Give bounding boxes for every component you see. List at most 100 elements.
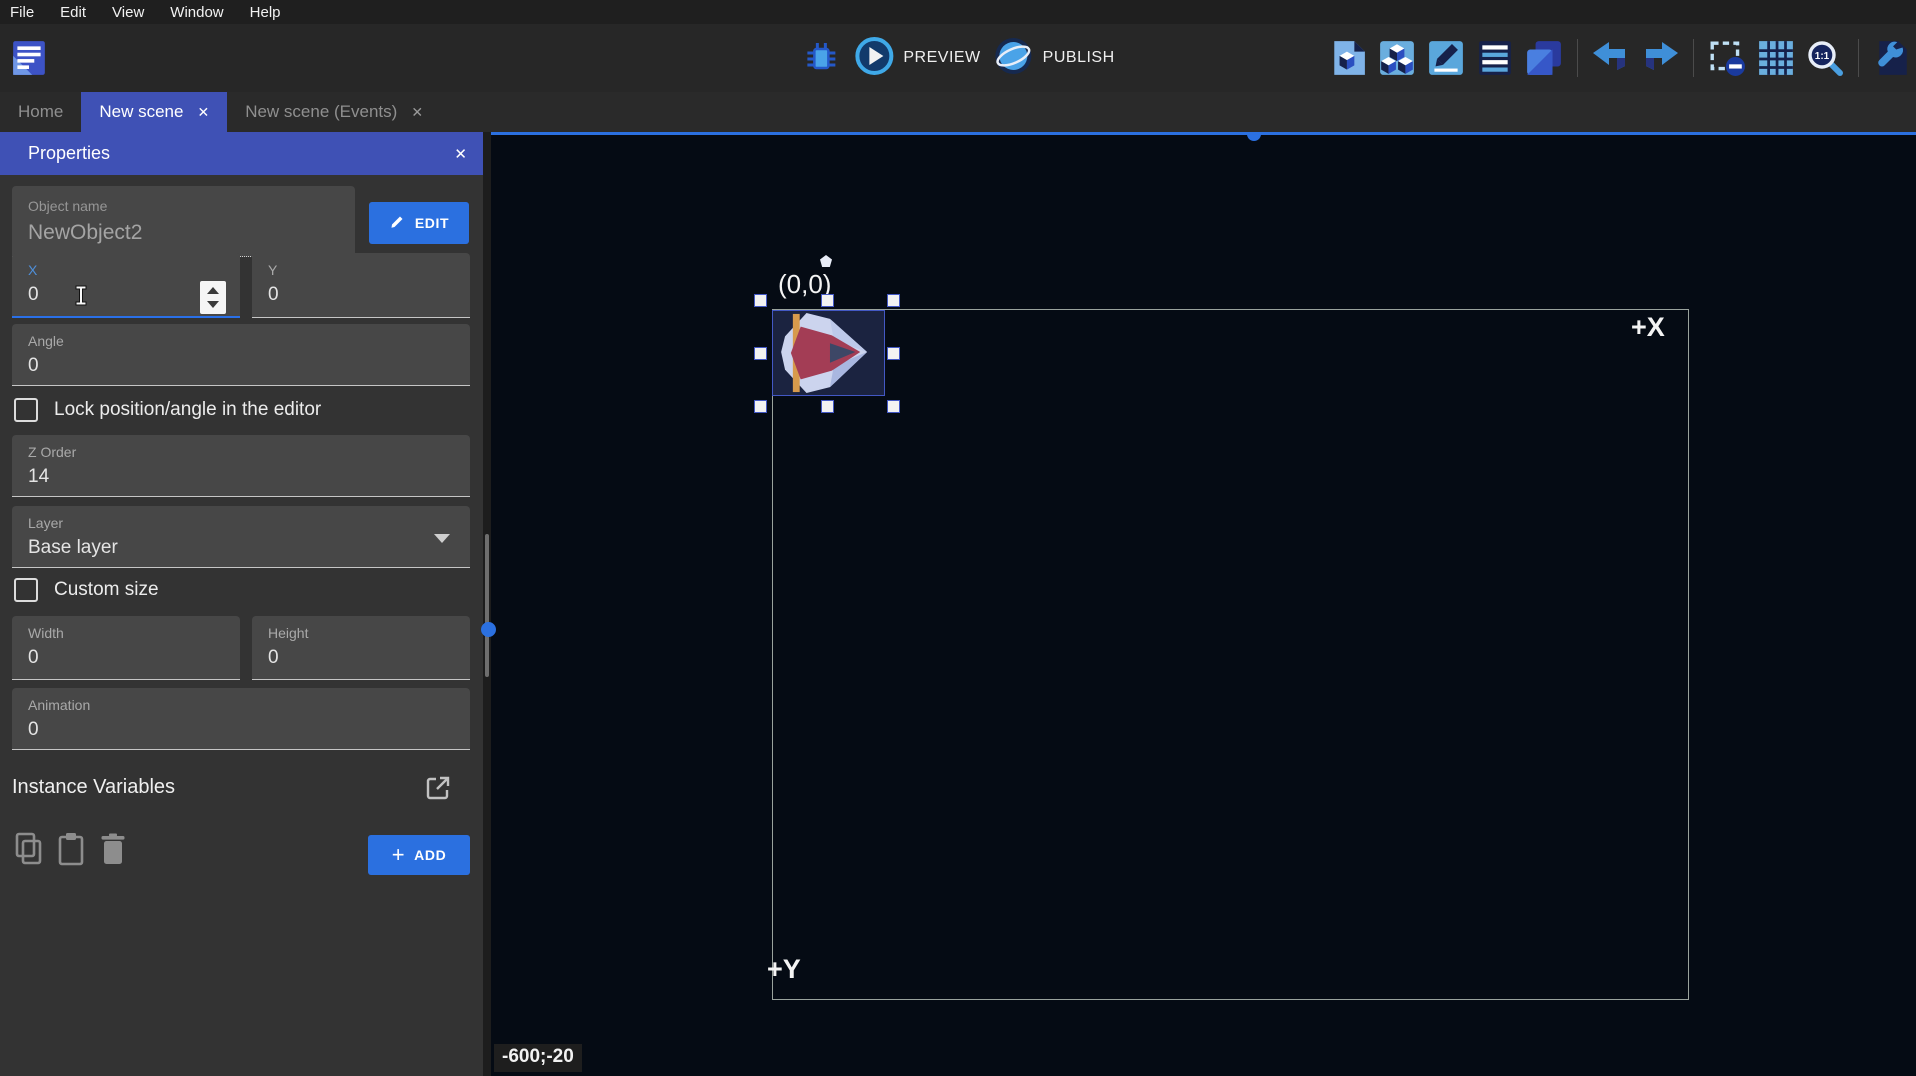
canvas-top-divider[interactable] (491, 132, 1916, 135)
preview-button[interactable]: PREVIEW (853, 35, 980, 82)
resize-handle-top-left[interactable] (754, 294, 767, 307)
paste-icon[interactable] (56, 832, 84, 866)
preview-label: PREVIEW (903, 49, 980, 67)
project-manager-icon[interactable] (9, 38, 49, 78)
toolbar-center-group: PREVIEW PUBLISH (801, 24, 1114, 92)
edit-object-button[interactable]: EDIT (369, 202, 469, 244)
object-groups-icon[interactable] (1377, 38, 1417, 78)
custom-size-checkbox[interactable] (14, 578, 38, 602)
open-in-new-icon[interactable] (424, 774, 452, 802)
menu-bar: File Edit View Window Help (0, 0, 1916, 24)
height-field[interactable]: Height 0 (252, 616, 470, 680)
height-field-value: 0 (268, 647, 279, 669)
properties-panel-header: Properties ✕ (0, 132, 483, 175)
menu-help[interactable]: Help (250, 4, 281, 21)
resize-handle-top-center[interactable] (821, 294, 834, 307)
z-order-value: 14 (28, 466, 49, 488)
z-order-field[interactable]: Z Order 14 (12, 435, 470, 497)
z-order-label: Z Order (28, 444, 76, 460)
debugger-icon[interactable] (801, 38, 841, 78)
object-name-value: NewObject2 (28, 221, 142, 245)
x-spinner[interactable] (200, 281, 226, 314)
lock-position-label: Lock position/angle in the editor (54, 399, 321, 421)
plus-icon: + (392, 842, 405, 868)
resize-handle-bottom-right[interactable] (887, 400, 900, 413)
properties-close-icon[interactable]: ✕ (454, 145, 467, 163)
angle-field-value: 0 (28, 355, 39, 377)
rotate-handle[interactable] (820, 255, 832, 267)
resize-handle-middle-right[interactable] (887, 347, 900, 360)
publish-button[interactable]: PUBLISH (993, 35, 1115, 82)
selected-sprite-instance[interactable] (772, 310, 885, 396)
scrollbar-thumb[interactable] (485, 534, 489, 677)
toolbar-separator (1858, 39, 1859, 77)
width-field[interactable]: Width 0 (12, 616, 240, 680)
redo-icon[interactable] (1640, 38, 1680, 78)
chevron-down-icon[interactable] (434, 534, 450, 543)
menu-view[interactable]: View (112, 4, 144, 21)
objects-panel-icon[interactable] (1328, 38, 1368, 78)
menu-edit[interactable]: Edit (60, 4, 86, 21)
axis-y-label: +Y (767, 954, 801, 985)
canvas-divider-handle[interactable] (1247, 132, 1261, 141)
menu-file[interactable]: File (10, 4, 34, 21)
panel-scrollbar[interactable] (483, 132, 491, 1076)
width-field-value: 0 (28, 647, 39, 669)
preview-play-icon (853, 35, 895, 82)
layers-panel-icon[interactable] (1524, 38, 1564, 78)
trash-icon[interactable] (99, 832, 127, 866)
add-variable-button[interactable]: + ADD (368, 835, 470, 875)
instance-variables-title: Instance Variables (12, 776, 175, 799)
lock-position-checkbox-row[interactable]: Lock position/angle in the editor (14, 398, 321, 422)
resize-handle-bottom-left[interactable] (754, 400, 767, 413)
y-position-field[interactable]: Y 0 (252, 253, 470, 318)
layer-field-value: Base layer (28, 537, 118, 559)
y-field-label: Y (268, 262, 277, 278)
toolbar-separator (1693, 39, 1694, 77)
tab-label: Home (18, 102, 63, 122)
properties-title: Properties (28, 143, 110, 164)
zoom-ratio-label: 1:1 (1815, 51, 1830, 62)
tab-home[interactable]: Home (0, 92, 81, 132)
properties-panel-icon[interactable] (1426, 38, 1466, 78)
spaceship-sprite (773, 311, 884, 395)
animation-field[interactable]: Animation 0 (12, 688, 470, 750)
custom-size-label: Custom size (54, 579, 159, 601)
lock-position-checkbox[interactable] (14, 398, 38, 422)
undo-icon[interactable] (1591, 38, 1631, 78)
game-window-bounds (772, 309, 1689, 1000)
resize-handle-top-right[interactable] (887, 294, 900, 307)
toggle-grid-icon[interactable] (1756, 38, 1796, 78)
width-field-label: Width (28, 625, 64, 641)
pencil-icon (389, 213, 406, 233)
angle-field-label: Angle (28, 333, 64, 349)
spinner-down-icon[interactable] (207, 301, 219, 308)
tab-close-icon[interactable]: ✕ (197, 104, 209, 121)
app-window: File Edit View Window Help (0, 0, 1916, 1076)
menu-window[interactable]: Window (170, 4, 223, 21)
project-tools-icon[interactable] (1872, 38, 1912, 78)
add-button-label: ADD (414, 847, 446, 863)
toolbar-separator (1577, 39, 1578, 77)
instances-list-icon[interactable] (1475, 38, 1515, 78)
animation-field-value: 0 (28, 719, 39, 741)
resize-handle-bottom-center[interactable] (821, 400, 834, 413)
spinner-up-icon[interactable] (207, 287, 219, 294)
x-position-field[interactable]: X 0 (12, 253, 240, 318)
custom-size-checkbox-row[interactable]: Custom size (14, 578, 159, 602)
tab-new-scene[interactable]: New scene ✕ (81, 92, 227, 132)
copy-icon[interactable] (14, 832, 42, 866)
mouse-coordinates-readout: -600;-20 (494, 1044, 582, 1072)
resize-handle-middle-left[interactable] (754, 347, 767, 360)
scene-editor-canvas[interactable]: (0,0) +X +Y -600;-20 (491, 132, 1916, 1076)
tab-close-icon[interactable]: ✕ (411, 104, 423, 121)
publish-globe-icon (993, 35, 1035, 82)
zoom-original-icon[interactable]: 1:1 (1805, 38, 1845, 78)
deselect-instances-icon[interactable] (1707, 38, 1747, 78)
edit-button-label: EDIT (415, 215, 449, 231)
axis-x-label: +X (1631, 312, 1665, 343)
angle-field[interactable]: Angle 0 (12, 324, 470, 386)
tab-new-scene-events[interactable]: New scene (Events) ✕ (227, 92, 441, 132)
layer-select-field[interactable]: Layer Base layer (12, 506, 470, 568)
panel-resize-handle[interactable] (481, 622, 496, 637)
